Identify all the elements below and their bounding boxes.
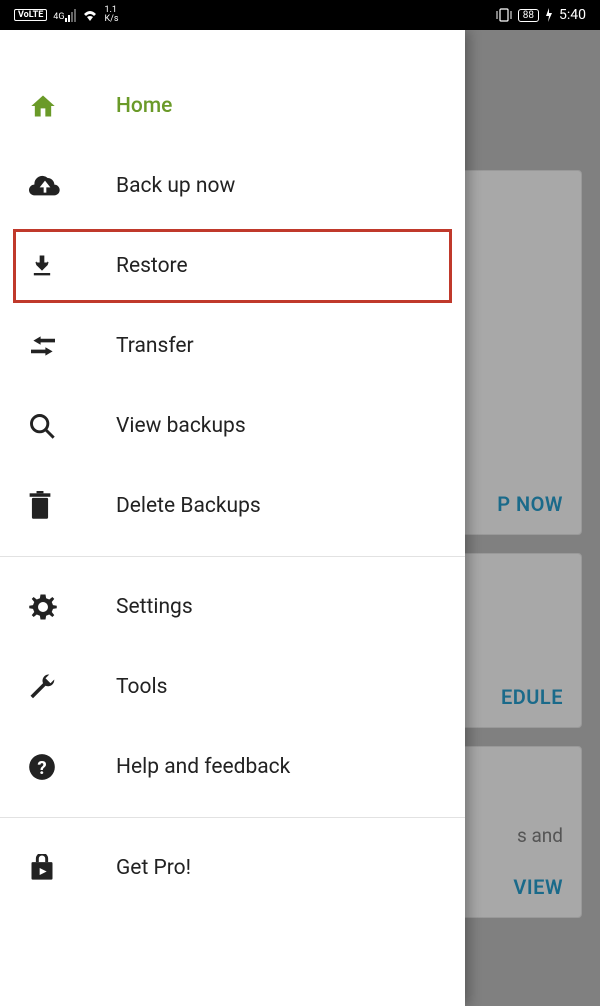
gear-icon bbox=[28, 592, 116, 622]
status-bar: VoLTE 4G 1.1 K/s 88 5:40 bbox=[0, 0, 600, 30]
svg-text:?: ? bbox=[37, 757, 46, 779]
wifi-icon bbox=[82, 9, 98, 21]
nav-item-home[interactable]: Home bbox=[0, 66, 465, 146]
nav-item-help[interactable]: ? Help and feedback bbox=[0, 727, 465, 807]
cloud-upload-icon bbox=[28, 174, 116, 198]
backup-now-button-partial[interactable]: P NOW bbox=[497, 492, 563, 516]
text-fragment: s and bbox=[517, 824, 563, 847]
nav-label: Back up now bbox=[116, 174, 235, 198]
nav-label: Tools bbox=[116, 675, 167, 699]
download-icon bbox=[28, 252, 116, 280]
nav-item-delete-backups[interactable]: Delete Backups bbox=[0, 466, 465, 546]
view-button[interactable]: VIEW bbox=[513, 875, 563, 899]
net-type-label: 4G bbox=[53, 12, 64, 22]
battery-level: 88 bbox=[518, 9, 539, 22]
nav-label: Restore bbox=[116, 254, 188, 278]
nav-item-transfer[interactable]: Transfer bbox=[0, 306, 465, 386]
speed-unit: K/s bbox=[104, 15, 118, 24]
help-icon: ? bbox=[28, 753, 116, 781]
status-left: VoLTE 4G 1.1 K/s bbox=[14, 6, 119, 24]
status-right: 88 5:40 bbox=[496, 7, 586, 23]
nav-label: Home bbox=[116, 94, 172, 118]
vibrate-icon bbox=[496, 8, 512, 22]
nav-item-tools[interactable]: Tools bbox=[0, 647, 465, 727]
transfer-icon bbox=[28, 334, 116, 358]
nav-label: View backups bbox=[116, 414, 246, 438]
clock: 5:40 bbox=[559, 7, 586, 23]
charging-icon bbox=[545, 8, 553, 22]
schedule-button-partial[interactable]: EDULE bbox=[501, 685, 563, 709]
shop-icon bbox=[28, 854, 116, 882]
search-icon bbox=[28, 412, 116, 440]
nav-item-view-backups[interactable]: View backups bbox=[0, 386, 465, 466]
nav-item-restore[interactable]: Restore bbox=[10, 226, 455, 306]
nav-label: Transfer bbox=[116, 334, 194, 358]
nav-label: Help and feedback bbox=[116, 755, 290, 779]
nav-label: Get Pro! bbox=[116, 856, 191, 880]
divider bbox=[0, 556, 465, 557]
nav-item-backup-now[interactable]: Back up now bbox=[0, 146, 465, 226]
signal-4g-icon: 4G bbox=[53, 9, 76, 22]
divider bbox=[0, 817, 465, 818]
home-icon bbox=[28, 92, 116, 120]
nav-label: Settings bbox=[116, 595, 193, 619]
nav-label: Delete Backups bbox=[116, 494, 261, 518]
nav-item-get-pro[interactable]: Get Pro! bbox=[0, 828, 465, 908]
wrench-icon bbox=[28, 672, 116, 702]
trash-icon bbox=[28, 491, 116, 521]
volte-badge: VoLTE bbox=[14, 9, 47, 21]
network-speed: 1.1 K/s bbox=[104, 6, 118, 24]
nav-item-settings[interactable]: Settings bbox=[0, 567, 465, 647]
navigation-drawer: Home Back up now Restore Transfer View b… bbox=[0, 30, 465, 1006]
